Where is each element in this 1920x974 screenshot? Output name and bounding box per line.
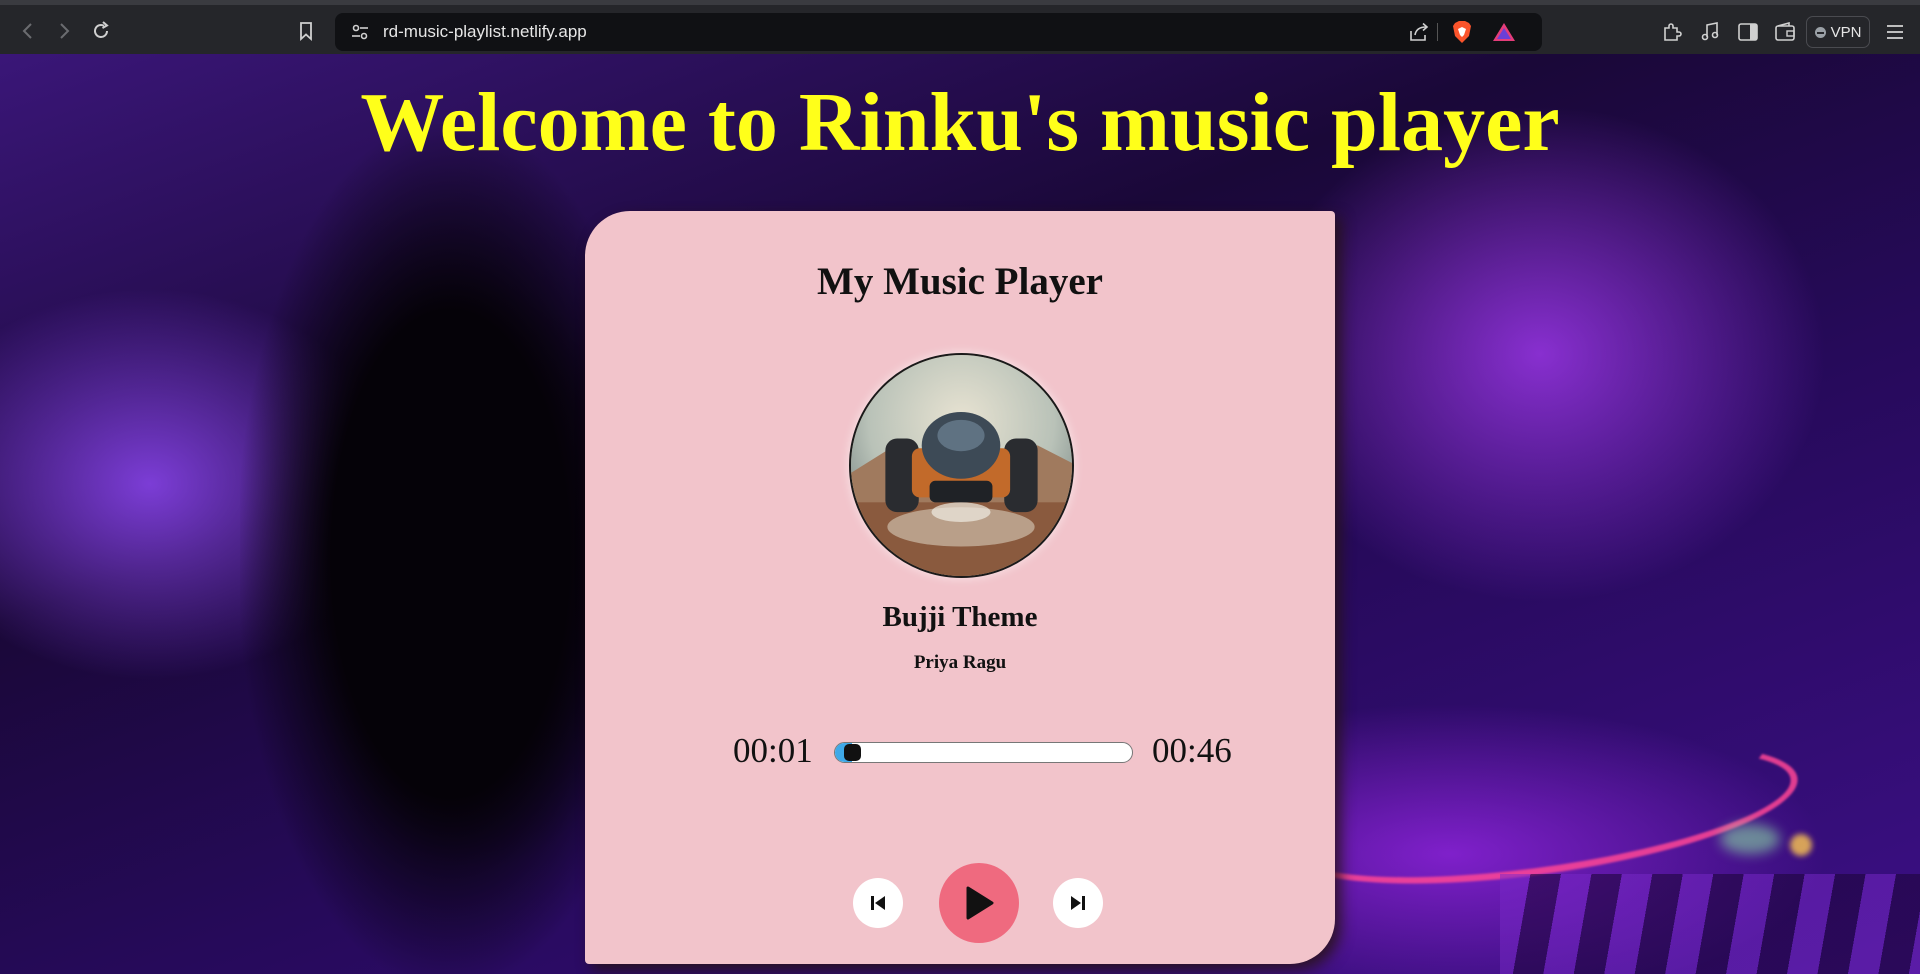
player-title: My Music Player [817, 260, 1103, 303]
back-button[interactable] [16, 19, 40, 43]
album-art-image [851, 355, 1072, 576]
song-title: Bujji Theme [882, 601, 1038, 633]
share-icon [1410, 22, 1429, 41]
vpn-label: VPN [1830, 23, 1862, 41]
site-settings-icon [352, 24, 368, 40]
brave-rewards-button[interactable] [1491, 19, 1517, 45]
page-heading: Welcome to Rinku's music player [360, 76, 1560, 169]
menu-button[interactable] [1882, 19, 1908, 45]
next-button[interactable] [1053, 878, 1103, 928]
back-icon [22, 23, 32, 39]
forward-button[interactable] [52, 19, 76, 43]
page-background: Welcome to Rinku's music player My Music… [0, 54, 1920, 974]
wallet-icon [1775, 22, 1795, 41]
url-divider [1437, 23, 1438, 41]
play-icon [966, 886, 994, 920]
browser-toolbar: rd-music-playlist.netlify.app VPN [0, 0, 1920, 54]
background-glow [1720, 824, 1780, 854]
url-text[interactable]: rd-music-playlist.netlify.app [383, 22, 587, 42]
forward-icon [60, 23, 70, 39]
extensions-icon [1664, 23, 1682, 41]
background-glow [1790, 834, 1812, 856]
sidebar-icon [1738, 23, 1758, 41]
brave-shield-icon [1453, 21, 1471, 43]
progress-slider[interactable] [834, 742, 1133, 763]
current-time: 00:01 [733, 731, 813, 770]
menu-icon [1887, 25, 1903, 39]
previous-button[interactable] [853, 878, 903, 928]
music-player-card: My Music Player Bujji Theme Priya Ragu 0… [585, 211, 1335, 964]
progress-thumb[interactable] [843, 744, 861, 761]
background-dj-deck [1500, 874, 1920, 974]
album-art [849, 353, 1074, 578]
total-time: 00:46 [1152, 731, 1232, 770]
reload-icon [94, 21, 109, 38]
address-bar[interactable]: rd-music-playlist.netlify.app [335, 13, 1542, 51]
next-icon [1071, 896, 1085, 910]
extensions-button[interactable] [1659, 19, 1685, 45]
bookmark-button[interactable] [294, 19, 318, 43]
media-icon [1701, 22, 1719, 41]
vpn-status-icon [1814, 26, 1826, 38]
play-button[interactable] [939, 863, 1019, 943]
sidebar-button[interactable] [1735, 19, 1761, 45]
brave-shield-button[interactable] [1449, 19, 1475, 45]
artist-name: Priya Ragu [913, 652, 1007, 673]
previous-icon [871, 896, 885, 910]
site-settings-button[interactable] [347, 19, 373, 45]
vpn-button[interactable]: VPN [1806, 16, 1870, 48]
wallet-button[interactable] [1772, 19, 1798, 45]
reload-button[interactable] [89, 19, 113, 43]
share-button[interactable] [1406, 19, 1432, 45]
bookmark-icon [300, 22, 312, 41]
brave-rewards-icon [1493, 23, 1515, 41]
media-button[interactable] [1697, 19, 1723, 45]
